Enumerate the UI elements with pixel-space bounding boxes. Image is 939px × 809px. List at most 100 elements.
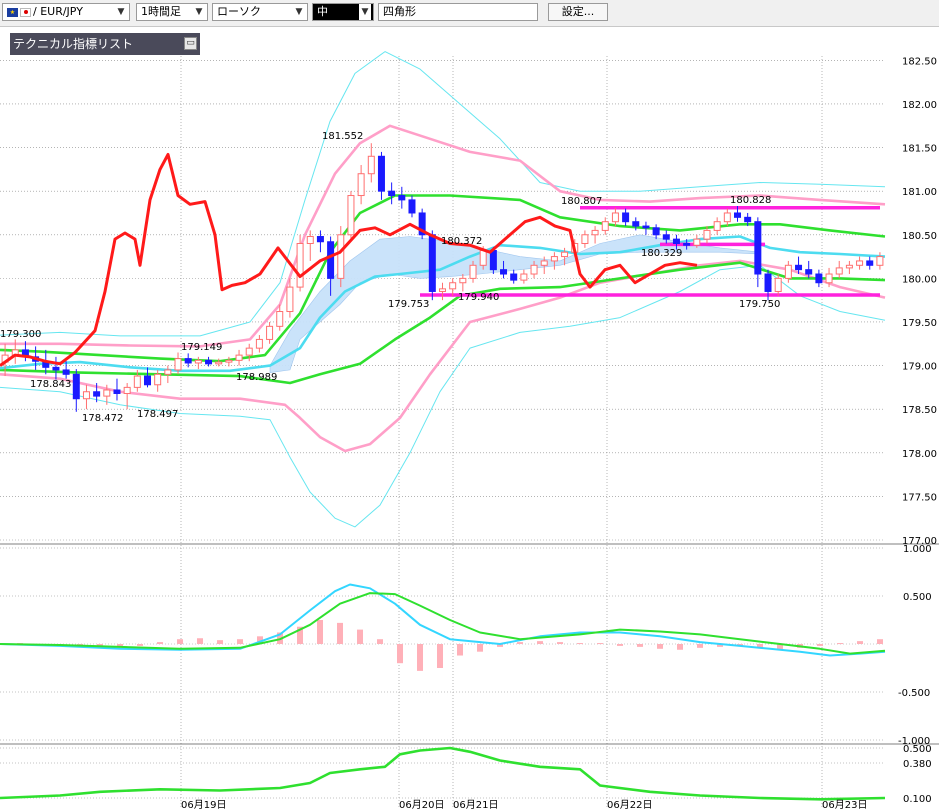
candle-body (713, 221, 721, 231)
candle-body (205, 359, 213, 365)
candle-body (754, 221, 762, 275)
price-axis-tick-label: 179.50 (902, 318, 937, 329)
price-annotation-label: 179.300 (0, 329, 41, 340)
macd-histogram-bar (537, 641, 543, 644)
price-annotation-label: 180.372 (441, 236, 482, 247)
price-annotation-label: 179.940 (458, 292, 499, 303)
candle-body (784, 264, 792, 279)
candle-body (367, 155, 375, 175)
chevron-down-icon: ▼ (195, 7, 203, 17)
symbol-select[interactable]: ★ / EUR/JPY ▼ (2, 3, 130, 21)
candle-body (52, 366, 60, 371)
chevron-down-icon: ▼ (117, 7, 125, 17)
macd-histogram-bar (817, 644, 823, 646)
candle-body (469, 264, 477, 279)
bollinger-mid-lower (0, 261, 886, 385)
candle-body (764, 273, 772, 292)
candle-body (744, 216, 752, 223)
candle-body (642, 225, 650, 229)
candle-body (672, 238, 680, 244)
candle-body (388, 190, 396, 197)
price-axis-tick-label: 179.00 (902, 362, 937, 373)
candle-body (377, 155, 385, 192)
candle-body (540, 260, 548, 266)
candle-body (866, 260, 874, 266)
macd-histogram-bar (157, 642, 163, 644)
price-axis-tick-label: 178.50 (902, 405, 937, 416)
timeframe-label: 1時間足 (141, 5, 181, 18)
price-annotation-label: 181.552 (322, 131, 363, 142)
candle-body (439, 288, 446, 292)
candle-body (266, 325, 274, 340)
rci-line (0, 153, 698, 367)
lower-indicator-line (0, 746, 886, 801)
candle-body (795, 264, 803, 271)
candle-body (316, 236, 324, 243)
chart-area[interactable]: 179.300 178.843 178.472 178.497 179.149 178.9… (0, 26, 939, 809)
candle-body (805, 269, 813, 275)
candle-body (225, 359, 233, 363)
indicator-list-panel[interactable]: テクニカル指標リスト ▭ (10, 33, 200, 55)
drawing-tool-field[interactable]: 四角形 (378, 3, 538, 21)
price-annotation-label: 178.497 (137, 409, 178, 420)
price-axis-tick-label: 182.50 (902, 56, 937, 67)
macd-histogram-bar (397, 644, 403, 664)
chart-type-select[interactable]: ローソク ▼ (212, 3, 308, 21)
candle-body (327, 241, 335, 279)
indicator-list-label: テクニカル指標リスト (13, 37, 134, 51)
line-width-select[interactable]: 中 ▼ (312, 3, 374, 21)
line-width-label: 中 (317, 5, 328, 18)
price-axis-tick-label: 182.00 (902, 100, 937, 111)
candle-body (550, 256, 558, 262)
macd-histogram-bar (697, 644, 703, 648)
candle-body (306, 236, 314, 244)
restore-icon[interactable]: ▭ (184, 37, 197, 50)
candle-body (845, 264, 853, 269)
candle-body (133, 375, 141, 388)
macd-histogram-bar (577, 643, 583, 645)
candle-body (144, 375, 151, 386)
macd-histogram-bar (377, 639, 383, 644)
lower-axis-tick-label: 0.380 (903, 759, 932, 770)
candle-body (876, 256, 884, 266)
macd-axis-tick-label: 0.500 (903, 592, 932, 603)
candle-body (357, 173, 365, 197)
candle-body (154, 373, 162, 386)
candle-body (296, 242, 304, 288)
candle-body (62, 369, 70, 375)
macd-histogram-bar (857, 641, 863, 644)
candle-body (581, 234, 589, 244)
macd-histogram-bar (617, 644, 623, 646)
timeframe-select[interactable]: 1時間足 ▼ (136, 3, 208, 21)
date-axis-label: 06月20日 (399, 799, 444, 809)
price-axis-tick-label: 181.50 (902, 144, 937, 155)
macd-histogram-bar (517, 642, 523, 644)
candle-body (113, 389, 121, 394)
price-annotation-label: 180.828 (730, 195, 771, 206)
candle-body (530, 264, 538, 275)
jp-flag-icon (20, 7, 31, 17)
macd-histogram-bar (477, 644, 483, 652)
candle-body (428, 234, 436, 292)
macd-histogram-bar (417, 644, 423, 671)
settings-button[interactable]: 設定... (548, 3, 608, 21)
grid-lines (0, 56, 939, 808)
candle-body (825, 273, 833, 284)
price-annotation-label: 180.329 (641, 248, 682, 259)
macd-histogram-bar (217, 640, 223, 644)
macd-histogram-bar (457, 644, 463, 656)
macd-histogram-bar (137, 644, 143, 646)
candle-body (835, 267, 843, 275)
candle-body (255, 338, 263, 349)
macd-histogram-bar (437, 644, 443, 668)
price-annotation-label: 179.753 (388, 299, 429, 310)
candle-body (194, 359, 202, 364)
candle-body (459, 277, 467, 284)
macd-axis-tick-label: 1.000 (903, 544, 932, 555)
candle-body (703, 229, 711, 240)
rci-line-path (0, 153, 698, 367)
candle-body (184, 358, 192, 364)
macd-histogram-bar (317, 620, 323, 644)
candle-body (693, 238, 701, 246)
price-axis: 182.50 182.00 181.50 181.00 180.50 180.00 179.… (902, 56, 937, 547)
